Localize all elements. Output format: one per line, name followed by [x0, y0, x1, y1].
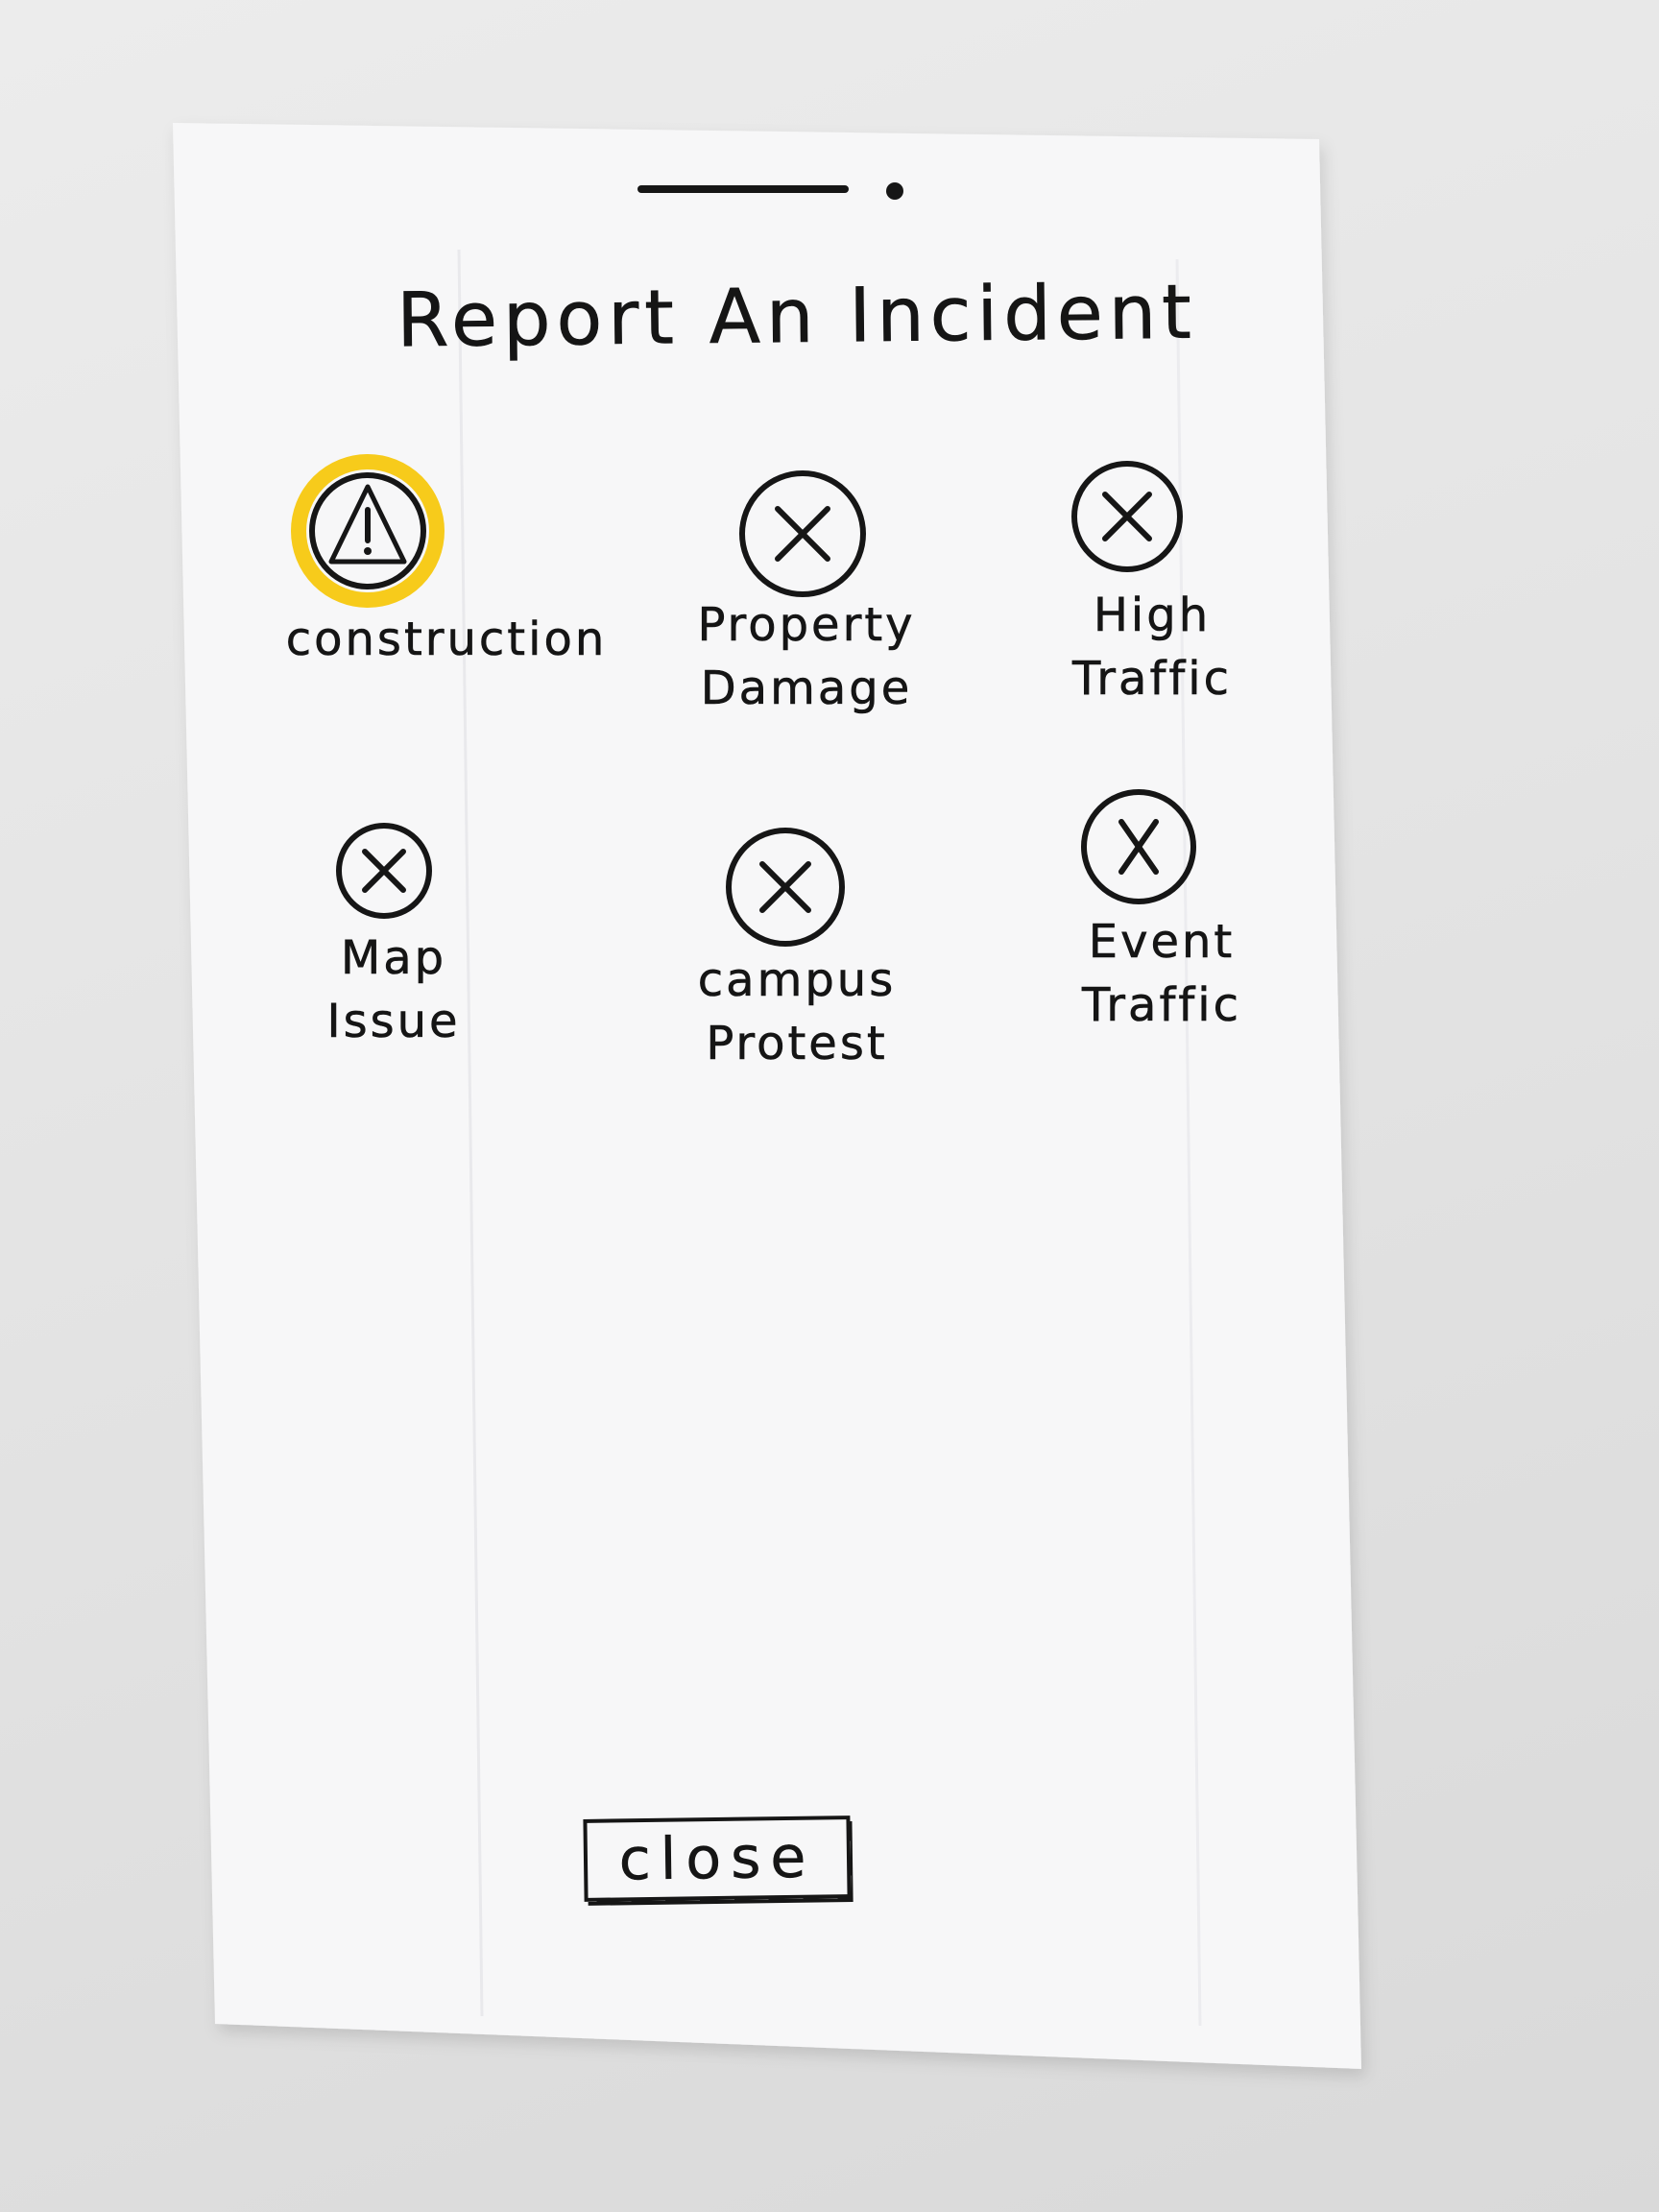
warning-triangle-icon [291, 454, 445, 608]
close-button-label: close [618, 1823, 816, 1894]
sheet-grabber[interactable] [637, 185, 849, 193]
incident-high-traffic[interactable]: High Traffic [1027, 459, 1277, 718]
incident-property-damage[interactable]: Property Damage [662, 469, 950, 747]
incident-label: construction [285, 613, 608, 667]
page-title: Report An Incident [396, 269, 1198, 365]
incident-map-issue[interactable]: Map Issue [307, 821, 499, 1070]
close-button[interactable]: close [583, 1815, 852, 1902]
incident-label: campus Protest [697, 953, 897, 1071]
incident-event-traffic[interactable]: Event Traffic [1037, 787, 1286, 1046]
incident-label: High Traffic [1072, 589, 1232, 707]
incident-campus-protest[interactable]: campus Protest [672, 826, 922, 1075]
x-circle-icon [724, 826, 847, 949]
x-circle-icon [334, 821, 434, 921]
x-circle-icon [737, 469, 868, 599]
x-circle-icon [1079, 787, 1198, 906]
incident-label: Map Issue [326, 931, 461, 1049]
x-circle-icon [1070, 459, 1185, 574]
incident-construction[interactable]: construction [274, 446, 619, 677]
sheet-dot [886, 182, 903, 200]
incident-label: Property Damage [697, 598, 916, 716]
incident-label: Event Traffic [1082, 915, 1241, 1033]
